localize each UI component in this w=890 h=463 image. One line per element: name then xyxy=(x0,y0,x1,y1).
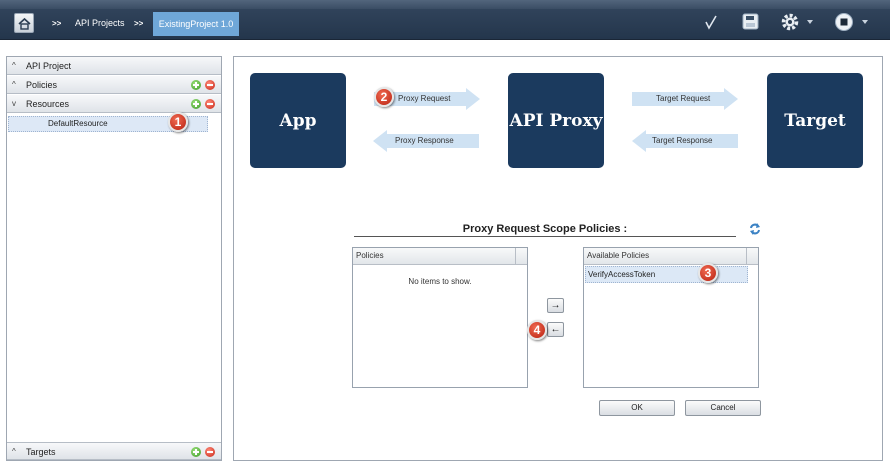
flow-box-app[interactable]: App xyxy=(250,73,346,168)
section-label: API Project xyxy=(26,61,72,71)
header-scroll-spacer xyxy=(746,248,758,264)
add-resource-icon[interactable] xyxy=(191,99,201,109)
annotation-marker-4: 4 xyxy=(527,320,547,340)
section-label: Resources xyxy=(26,99,70,109)
toolbar-highlight xyxy=(0,0,890,9)
section-resources[interactable]: v Resources xyxy=(7,95,221,113)
available-header-label: Available Policies xyxy=(587,251,650,260)
annotation-marker-2: 2 xyxy=(374,87,394,107)
breadcrumb-current-project[interactable]: ExistingProject 1.0 xyxy=(153,12,239,36)
available-policy-row[interactable]: VerifyAccessToken xyxy=(585,266,748,283)
breadcrumb-separator: >> xyxy=(52,19,62,28)
flow-box-api-proxy[interactable]: API Proxy xyxy=(508,73,604,168)
top-toolbar: >> API Projects >> ExistingProject 1.0 xyxy=(0,0,890,40)
section-label: Targets xyxy=(26,447,56,457)
available-policies-grid[interactable]: Available Policies VerifyAccessToken xyxy=(583,247,759,388)
move-right-button[interactable]: → xyxy=(547,298,564,313)
breadcrumb-api-projects[interactable]: API Projects xyxy=(75,18,125,28)
attached-policies-grid[interactable]: Policies No items to show. xyxy=(352,247,528,388)
proxy-response-label: Proxy Response xyxy=(395,136,454,145)
target-response-arrow[interactable]: Target Response xyxy=(632,130,739,152)
remove-target-icon[interactable] xyxy=(205,447,215,457)
section-api-project[interactable]: ^ API Project xyxy=(7,57,221,75)
refresh-icon[interactable] xyxy=(748,222,762,236)
move-left-button[interactable]: ← xyxy=(547,322,564,337)
target-request-arrow[interactable]: Target Request xyxy=(632,88,739,110)
annotation-marker-3: 3 xyxy=(698,263,718,283)
section-policies[interactable]: ^ Policies xyxy=(7,76,221,94)
policies-column-header[interactable]: Policies xyxy=(353,248,527,265)
section-label: Policies xyxy=(26,80,58,90)
annotation-marker-1: 1 xyxy=(168,112,188,132)
collapse-arrow-icon[interactable]: ^ xyxy=(12,61,16,70)
title-divider xyxy=(354,236,736,237)
flow-box-target[interactable]: Target xyxy=(767,73,863,168)
home-button[interactable] xyxy=(14,13,34,33)
add-target-icon[interactable] xyxy=(191,447,201,457)
remove-policy-icon[interactable] xyxy=(205,80,215,90)
breadcrumb-separator: >> xyxy=(134,19,144,28)
validate-check-icon[interactable] xyxy=(704,14,718,30)
header-scroll-spacer xyxy=(515,248,527,264)
save-icon[interactable] xyxy=(742,13,759,30)
expand-arrow-icon[interactable]: v xyxy=(12,99,16,108)
collapse-arrow-icon[interactable]: ^ xyxy=(12,447,16,456)
gear-menu-chevron-down-icon[interactable] xyxy=(807,20,813,24)
proxy-response-arrow[interactable]: Proxy Response xyxy=(373,130,480,152)
collapse-arrow-icon[interactable]: ^ xyxy=(12,80,16,89)
target-request-label: Target Request xyxy=(656,94,711,103)
home-icon xyxy=(18,17,31,30)
project-navigator-panel: ^ API Project ^ Policies v Resources Def… xyxy=(6,56,222,461)
stop-menu-chevron-down-icon[interactable] xyxy=(862,20,868,24)
remove-resource-icon[interactable] xyxy=(205,99,215,109)
scope-policies-title: Proxy Request Scope Policies : xyxy=(462,223,628,235)
empty-grid-message: No items to show. xyxy=(408,277,472,286)
proxy-flow-editor: App API Proxy Target Proxy Request Proxy… xyxy=(233,56,883,461)
target-response-label: Target Response xyxy=(652,136,713,145)
add-policy-icon[interactable] xyxy=(191,80,201,90)
available-policies-column-header[interactable]: Available Policies xyxy=(584,248,758,265)
stop-icon[interactable] xyxy=(834,12,854,32)
section-targets[interactable]: ^ Targets xyxy=(7,442,221,460)
gear-icon[interactable] xyxy=(780,12,800,32)
proxy-request-label: Proxy Request xyxy=(398,94,451,103)
policies-header-label: Policies xyxy=(356,251,384,260)
cancel-button[interactable]: Cancel xyxy=(685,400,761,416)
ok-button[interactable]: OK xyxy=(599,400,675,416)
